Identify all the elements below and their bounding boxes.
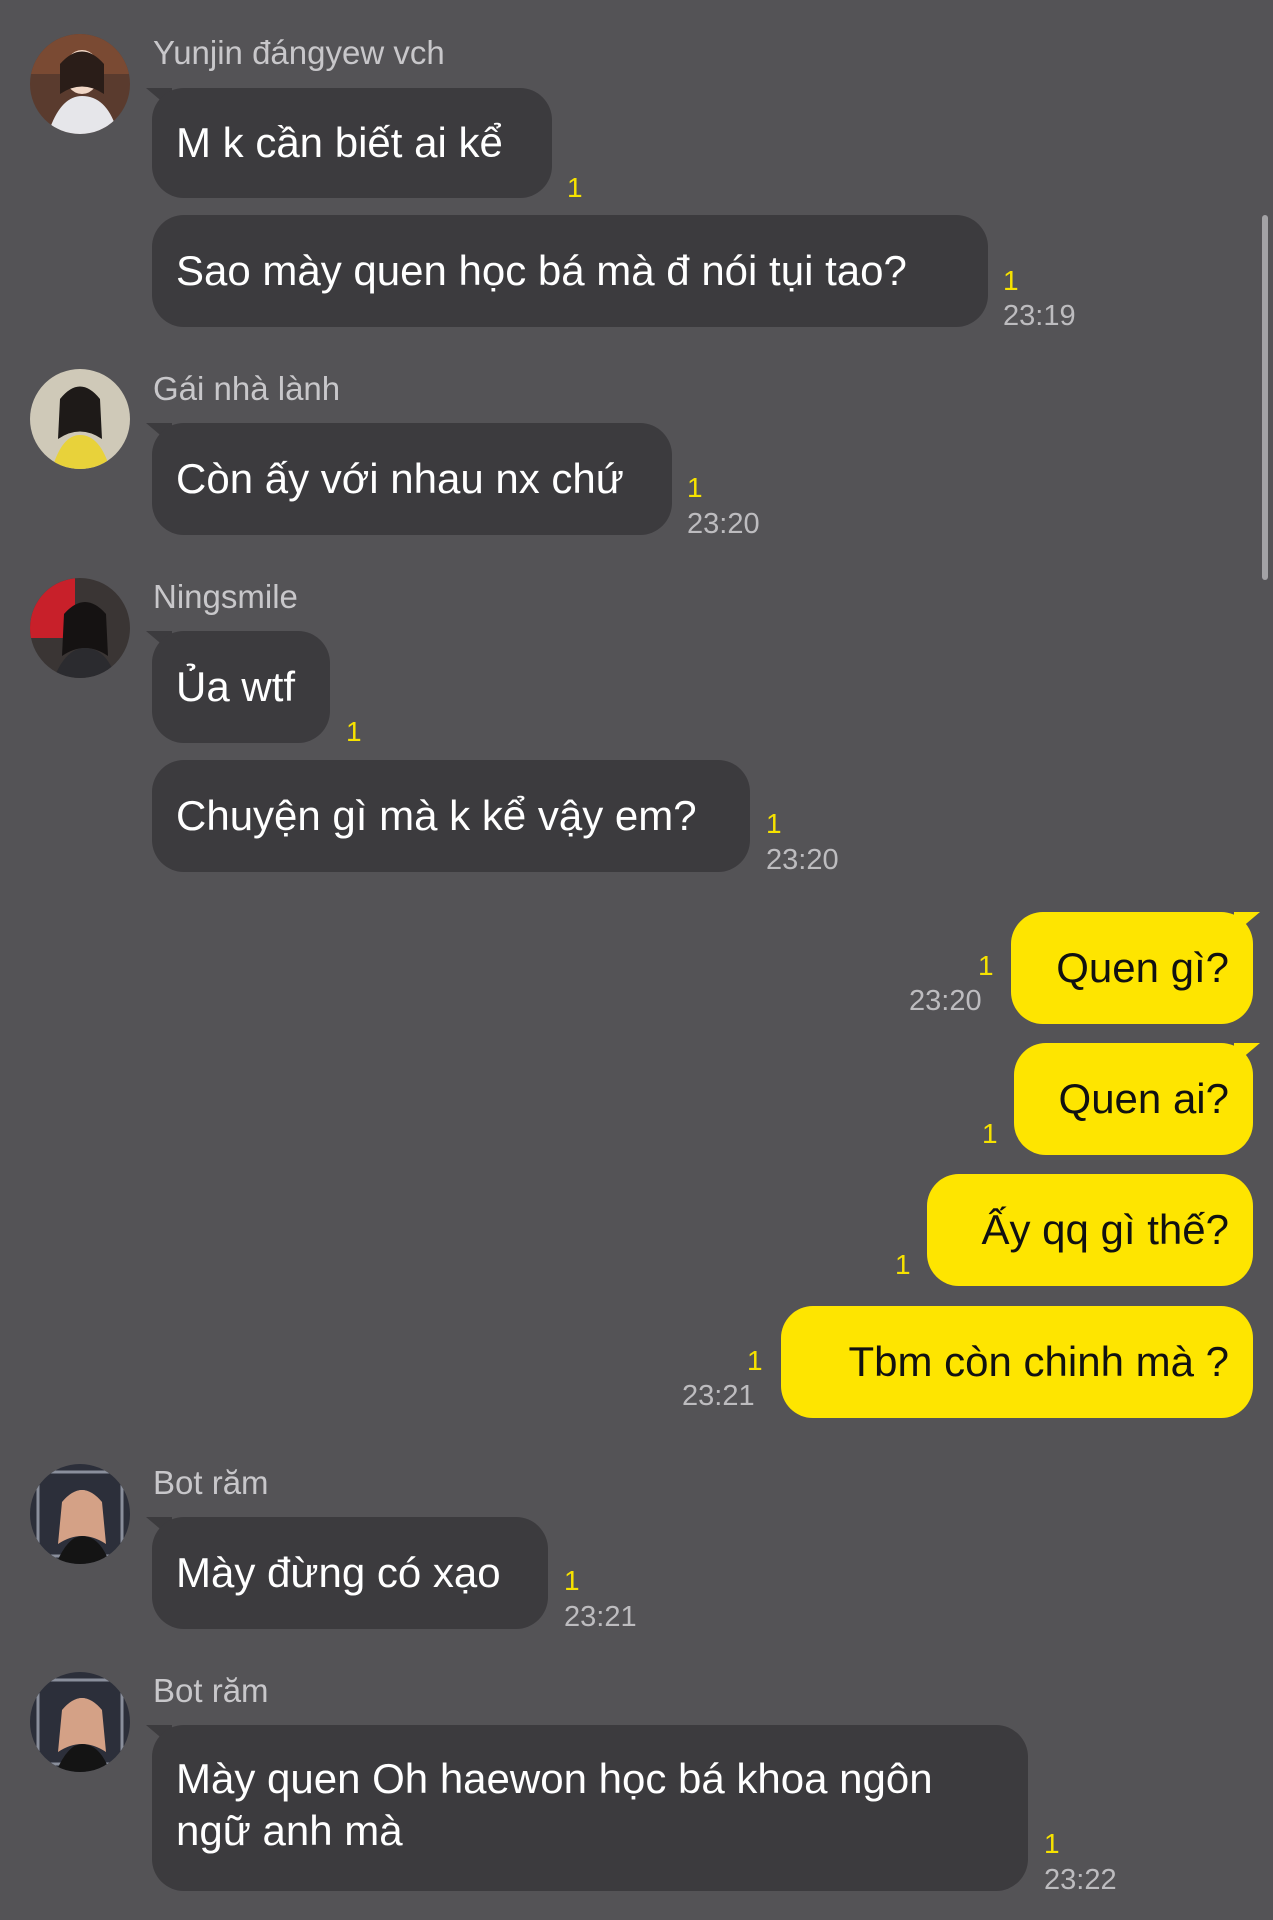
sender-name: Ningsmile	[153, 578, 298, 615]
profile-photo-icon	[30, 578, 130, 678]
my-message-bubble[interactable]: Quen ai?	[1014, 1043, 1253, 1155]
unread-count: 1	[982, 1118, 998, 1149]
profile-photo-icon	[30, 1672, 130, 1772]
sender-name: Bot răm	[153, 1672, 269, 1709]
unread-count: 1	[895, 1249, 911, 1280]
message-bubble[interactable]: Sao mày quen học bá mà đ nói tụi tao?	[152, 215, 988, 327]
profile-photo-icon	[30, 369, 130, 469]
message-bubble[interactable]: Ủa wtf	[152, 631, 330, 743]
unread-count: 1	[747, 1345, 763, 1376]
message-time: 23:20	[766, 844, 839, 876]
message-bubble[interactable]: Mày đừng có xạo	[152, 1517, 548, 1629]
unread-count: 1	[687, 472, 703, 503]
sender-name: Gái nhà lành	[153, 370, 341, 407]
my-message-bubble[interactable]: Ấy qq gì thế?	[927, 1174, 1253, 1286]
sender-name: Yunjin đángyew vch	[153, 34, 445, 71]
unread-count: 1	[1044, 1828, 1060, 1859]
sender-name: Bot răm	[153, 1464, 269, 1501]
message-bubble[interactable]: M k cần biết ai kể	[152, 88, 552, 198]
message-bubble[interactable]: Mày quen Oh haewon học bá khoa ngôn ngữ …	[152, 1725, 1028, 1891]
unread-count: 1	[1003, 265, 1019, 296]
avatar[interactable]	[30, 578, 130, 678]
message-time: 23:21	[682, 1380, 755, 1412]
avatar[interactable]	[30, 1464, 130, 1564]
my-message-bubble[interactable]: Tbm còn chinh mà ?	[781, 1306, 1253, 1418]
message-time: 23:22	[1044, 1864, 1117, 1896]
unread-count: 1	[564, 1565, 580, 1596]
scrollbar[interactable]	[1262, 215, 1268, 580]
unread-count: 1	[346, 716, 362, 747]
message-bubble[interactable]: Còn ấy với nhau nx chứ	[152, 423, 672, 535]
message-bubble[interactable]: Chuyện gì mà k kể vậy em?	[152, 760, 750, 872]
my-message-bubble[interactable]: Quen gì?	[1011, 912, 1253, 1024]
message-time: 23:20	[909, 985, 982, 1017]
unread-count: 1	[567, 172, 583, 203]
profile-photo-icon	[30, 34, 130, 134]
avatar[interactable]	[30, 369, 130, 469]
message-time: 23:20	[687, 508, 760, 540]
unread-count: 1	[978, 950, 994, 981]
unread-count: 1	[766, 808, 782, 839]
avatar[interactable]	[30, 34, 130, 134]
profile-photo-icon	[30, 1464, 130, 1564]
message-time: 23:19	[1003, 300, 1076, 332]
message-time: 23:21	[564, 1601, 637, 1633]
avatar[interactable]	[30, 1672, 130, 1772]
